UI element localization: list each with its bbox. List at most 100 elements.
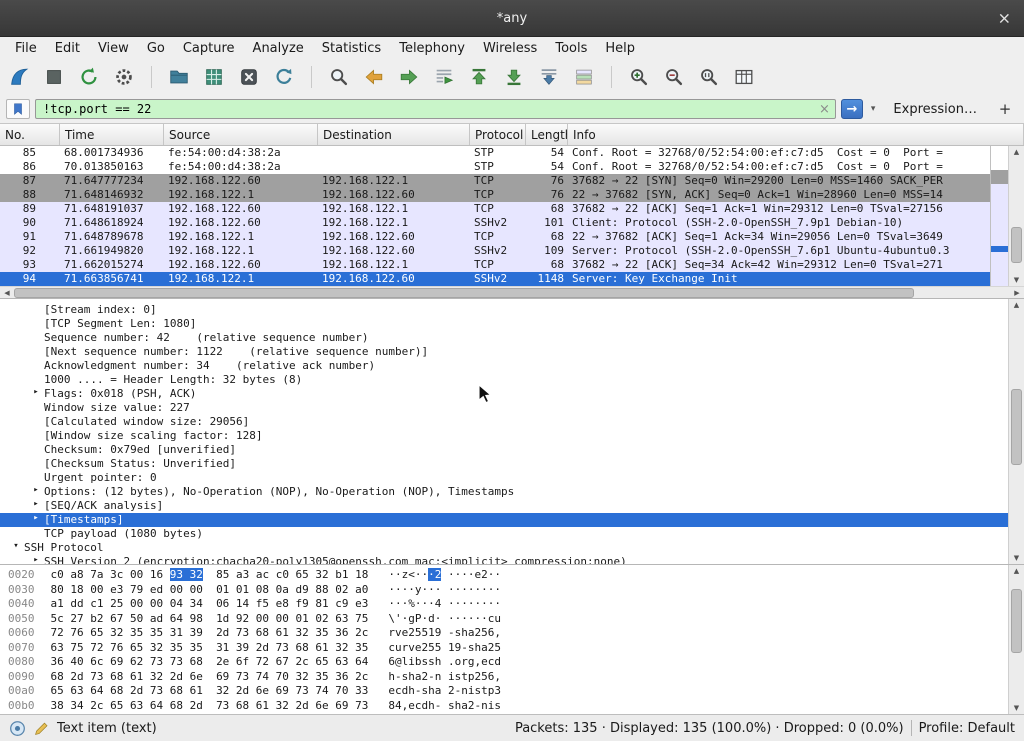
detail-line[interactable]: ▸[SEQ/ACK analysis] [0, 499, 1008, 513]
hex-row[interactable]: 007063 75 72 76 65 32 35 35 31 39 2d 73 … [8, 641, 1008, 656]
packet-row[interactable]: 9171.648789678192.168.122.1192.168.122.6… [0, 230, 990, 244]
column-header-time[interactable]: Time [60, 124, 164, 145]
filter-clear-icon[interactable]: × [819, 103, 830, 116]
packet-list-scrollbar[interactable]: ▲ ▼ [1008, 146, 1024, 286]
display-filter-input[interactable] [41, 101, 815, 117]
scrollbar-thumb[interactable] [1011, 589, 1022, 654]
detail-line[interactable]: ▸[Timestamps] [0, 513, 1008, 527]
restart-capture-icon[interactable] [76, 64, 102, 90]
scroll-up-icon[interactable]: ▲ [1009, 299, 1024, 311]
hex-row[interactable]: 0040a1 dd c1 25 00 00 04 34 06 14 f5 e8 … [8, 597, 1008, 612]
start-capture-icon[interactable] [6, 64, 32, 90]
menu-item-go[interactable]: Go [138, 39, 174, 58]
go-back-icon[interactable] [361, 64, 387, 90]
expression-button[interactable]: Expression… [883, 102, 987, 117]
detail-line[interactable]: ▾SSH Protocol [0, 541, 1008, 555]
detail-line[interactable]: 1000 .... = Header Length: 32 bytes (8) [0, 373, 1008, 387]
detail-line[interactable]: Acknowledgment number: 34 (relative ack … [0, 359, 1008, 373]
detail-line[interactable]: Window size value: 227 [0, 401, 1008, 415]
hscrollbar-thumb[interactable] [14, 288, 914, 298]
scroll-right-icon[interactable]: ▶ [1010, 287, 1024, 298]
column-header-no[interactable]: No. [0, 124, 60, 145]
menu-item-view[interactable]: View [89, 39, 138, 58]
detail-line[interactable]: TCP payload (1080 bytes) [0, 527, 1008, 541]
hex-row[interactable]: 00b038 34 2c 65 63 64 68 2d 73 68 61 32 … [8, 699, 1008, 714]
menu-item-telephony[interactable]: Telephony [390, 39, 474, 58]
hex-scrollbar[interactable]: ▲ ▼ [1008, 565, 1024, 714]
scroll-up-icon[interactable]: ▲ [1009, 565, 1024, 577]
stop-capture-icon[interactable] [41, 64, 67, 90]
expert-info-icon[interactable] [9, 720, 26, 737]
packet-row[interactable]: 9071.648618924192.168.122.60192.168.122.… [0, 216, 990, 230]
capture-comment-pencil-icon[interactable] [33, 720, 50, 737]
detail-line[interactable]: [Window size scaling factor: 128] [0, 429, 1008, 443]
go-to-packet-icon[interactable] [431, 64, 457, 90]
detail-line[interactable]: ▸Options: (12 bytes), No-Operation (NOP)… [0, 485, 1008, 499]
detail-line[interactable]: Sequence number: 42 (relative sequence n… [0, 331, 1008, 345]
hex-row[interactable]: 008036 40 6c 69 62 73 73 68 2e 6f 72 67 … [8, 655, 1008, 670]
menu-item-help[interactable]: Help [596, 39, 644, 58]
hex-row[interactable]: 009068 2d 73 68 61 32 2d 6e 69 73 74 70 … [8, 670, 1008, 685]
scroll-left-icon[interactable]: ◀ [0, 287, 14, 298]
go-forward-icon[interactable] [396, 64, 422, 90]
detail-line[interactable]: [Stream index: 0] [0, 303, 1008, 317]
packet-row[interactable]: 8971.648191037192.168.122.60192.168.122.… [0, 202, 990, 216]
packet-row[interactable]: 9371.662015274192.168.122.60192.168.122.… [0, 258, 990, 272]
hex-row[interactable]: 003080 18 00 e3 79 ed 00 00 01 01 08 0a … [8, 583, 1008, 598]
menu-item-statistics[interactable]: Statistics [313, 39, 390, 58]
column-header-destination[interactable]: Destination [318, 124, 470, 145]
detail-line[interactable]: Urgent pointer: 0 [0, 471, 1008, 485]
detail-scrollbar[interactable]: ▲ ▼ [1008, 299, 1024, 564]
menu-item-analyze[interactable]: Analyze [244, 39, 313, 58]
scroll-down-icon[interactable]: ▼ [1009, 274, 1024, 286]
packet-row[interactable]: 9471.663856741192.168.122.1192.168.122.6… [0, 272, 990, 286]
menu-item-wireless[interactable]: Wireless [474, 39, 546, 58]
packet-row[interactable]: 8871.648146932192.168.122.1192.168.122.6… [0, 188, 990, 202]
reload-icon[interactable] [271, 64, 297, 90]
detail-line[interactable]: Checksum: 0x79ed [unverified] [0, 443, 1008, 457]
scroll-down-icon[interactable]: ▼ [1009, 552, 1024, 564]
colorize-icon[interactable] [571, 64, 597, 90]
close-window-icon[interactable]: × [998, 9, 1011, 28]
go-first-icon[interactable] [466, 64, 492, 90]
menu-item-capture[interactable]: Capture [174, 39, 244, 58]
zoom-out-icon[interactable] [661, 64, 687, 90]
capture-options-icon[interactable] [111, 64, 137, 90]
zoom-in-icon[interactable] [626, 64, 652, 90]
filter-history-caret-icon[interactable]: ▾ [868, 104, 879, 114]
title-bar[interactable]: *any × [0, 0, 1024, 37]
hex-row[interactable]: 00505c 27 b2 67 50 ad 64 98 1d 92 00 00 … [8, 612, 1008, 627]
resize-columns-icon[interactable] [731, 64, 757, 90]
close-file-icon[interactable] [236, 64, 262, 90]
detail-line[interactable]: [TCP Segment Len: 1080] [0, 317, 1008, 331]
scroll-down-icon[interactable]: ▼ [1009, 702, 1024, 714]
column-header-protocol[interactable]: Protocol [470, 124, 526, 145]
packet-row[interactable]: 8568.001734936fe:54:00:d4:38:2aSTP54Conf… [0, 146, 990, 160]
menu-item-tools[interactable]: Tools [546, 39, 596, 58]
column-header-source[interactable]: Source [164, 124, 318, 145]
packet-row[interactable]: 8771.647777234192.168.122.60192.168.122.… [0, 174, 990, 188]
go-last-icon[interactable] [501, 64, 527, 90]
packet-row[interactable]: 8670.013850163fe:54:00:d4:38:2aSTP54Conf… [0, 160, 990, 174]
find-packet-icon[interactable] [326, 64, 352, 90]
zoom-original-icon[interactable] [696, 64, 722, 90]
filter-apply-button[interactable]: → [841, 99, 863, 119]
packet-list-hscrollbar[interactable]: ◀ ▶ [0, 286, 1024, 298]
column-header-info[interactable]: Info [568, 124, 1024, 145]
column-header-length[interactable]: Length [526, 124, 568, 145]
detail-line[interactable]: ▸SSH Version 2 (encryption:chacha20-poly… [0, 555, 1008, 564]
hex-row[interactable]: 006072 76 65 32 35 35 31 39 2d 73 68 61 … [8, 626, 1008, 641]
scrollbar-thumb[interactable] [1011, 227, 1022, 263]
status-profile[interactable]: Profile: Default [919, 721, 1015, 736]
intelligent-scrollbar[interactable] [990, 146, 1008, 286]
detail-line[interactable]: ▸Flags: 0x018 (PSH, ACK) [0, 387, 1008, 401]
auto-scroll-icon[interactable] [536, 64, 562, 90]
detail-line[interactable]: [Checksum Status: Unverified] [0, 457, 1008, 471]
filter-bookmark-button[interactable] [6, 99, 30, 119]
menu-item-file[interactable]: File [6, 39, 46, 58]
menu-item-edit[interactable]: Edit [46, 39, 89, 58]
detail-line[interactable]: [Calculated window size: 29056] [0, 415, 1008, 429]
packet-row[interactable]: 9271.661949820192.168.122.1192.168.122.6… [0, 244, 990, 258]
hex-row[interactable]: 00a065 63 64 68 2d 73 68 61 32 2d 6e 69 … [8, 684, 1008, 699]
add-filter-button[interactable]: + [992, 100, 1018, 118]
